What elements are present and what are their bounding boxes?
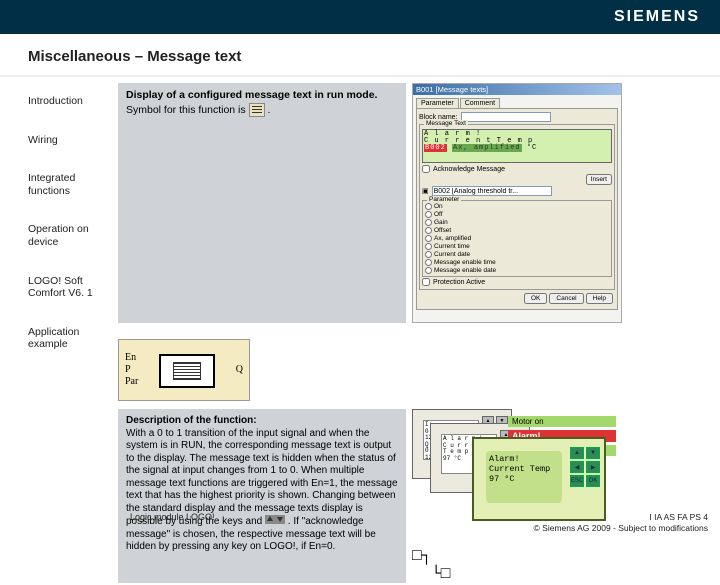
btn-down-icon[interactable]: ▼ xyxy=(586,447,600,459)
footer-left: Logic module LOGO! xyxy=(130,512,215,534)
sidebar-item-example[interactable]: Application example xyxy=(28,320,118,357)
message-grid[interactable]: A l a r m ! C u r r e n t T e m p B002 A… xyxy=(422,129,612,163)
sidebar-item-comfort[interactable]: LOGO! Soft Comfort V6. 1 xyxy=(28,269,118,306)
insert-button[interactable]: Insert xyxy=(586,174,612,185)
intro-box: Display of a configured message text in … xyxy=(118,83,406,323)
footer-code: I IA AS FA PS 4 xyxy=(649,512,708,522)
btn-right-icon[interactable]: ▶ xyxy=(586,461,600,473)
sidebar-item-integrated[interactable]: Integrated functions xyxy=(28,166,118,203)
page-title: Miscellaneous – Message text xyxy=(0,34,720,77)
sidebar-item-wiring[interactable]: Wiring xyxy=(28,128,118,153)
display-icon xyxy=(173,362,201,380)
sidebar-item-operation[interactable]: Operation on device xyxy=(28,217,118,254)
ack-checkbox[interactable] xyxy=(422,165,430,173)
tab-comment[interactable]: Comment xyxy=(460,98,500,108)
param-date[interactable] xyxy=(425,251,432,258)
tab-parameter[interactable]: Parameter xyxy=(416,98,459,108)
description-box: Description of the function: With a 0 to… xyxy=(118,409,406,583)
footer-copyright: © Siemens AG 2009 - Subject to modificat… xyxy=(534,523,708,533)
block-name-input[interactable] xyxy=(461,112,551,122)
param-list: On Off Gain Offset Ax, amplified Current… xyxy=(425,203,609,274)
param-combo-label: ▣ xyxy=(422,187,429,195)
btn-esc[interactable]: ESC xyxy=(570,475,584,487)
param-gain[interactable] xyxy=(425,219,432,226)
footer: Logic module LOGO! I IA AS FA PS 4 © Sie… xyxy=(130,512,708,534)
cancel-button[interactable]: Cancel xyxy=(549,293,583,304)
param-combo[interactable] xyxy=(432,186,552,196)
btn-up-icon[interactable]: ▲ xyxy=(570,447,584,459)
message-text-icon xyxy=(249,103,265,117)
btn-left-icon[interactable]: ◀ xyxy=(570,461,584,473)
status-motor: Motor on xyxy=(508,416,616,427)
param-offset[interactable] xyxy=(425,227,432,234)
ok-button[interactable]: OK xyxy=(524,293,547,304)
top-bar: SIEMENS xyxy=(0,0,720,34)
sidebar-item-introduction[interactable]: Introduction xyxy=(28,89,118,114)
sidebar: Introduction Wiring Integrated functions… xyxy=(0,83,118,583)
protection-checkbox[interactable] xyxy=(422,278,430,286)
param-en-date[interactable] xyxy=(425,267,432,274)
brand-text: SIEMENS xyxy=(614,8,700,26)
param-time[interactable] xyxy=(425,243,432,250)
wiring-diagram: En P Par Q xyxy=(118,339,250,401)
param-on[interactable] xyxy=(425,203,432,210)
msg-group-title: Message Text xyxy=(424,120,468,127)
param-off[interactable] xyxy=(425,211,432,218)
device-big: Alarm! Current Temp 97 °C ▲ ▼ ◀ ▶ ESC OK xyxy=(472,437,606,521)
param-amplified[interactable] xyxy=(425,235,432,242)
dialog-title: B001 [Message texts] xyxy=(413,84,621,95)
help-button[interactable]: Help xyxy=(586,293,613,304)
properties-dialog: B001 [Message texts] Parameter Comment B… xyxy=(412,83,622,323)
btn-ok[interactable]: OK xyxy=(586,475,600,487)
param-en-time[interactable] xyxy=(425,259,432,266)
connector-icon: □┐ └□ xyxy=(412,547,622,583)
